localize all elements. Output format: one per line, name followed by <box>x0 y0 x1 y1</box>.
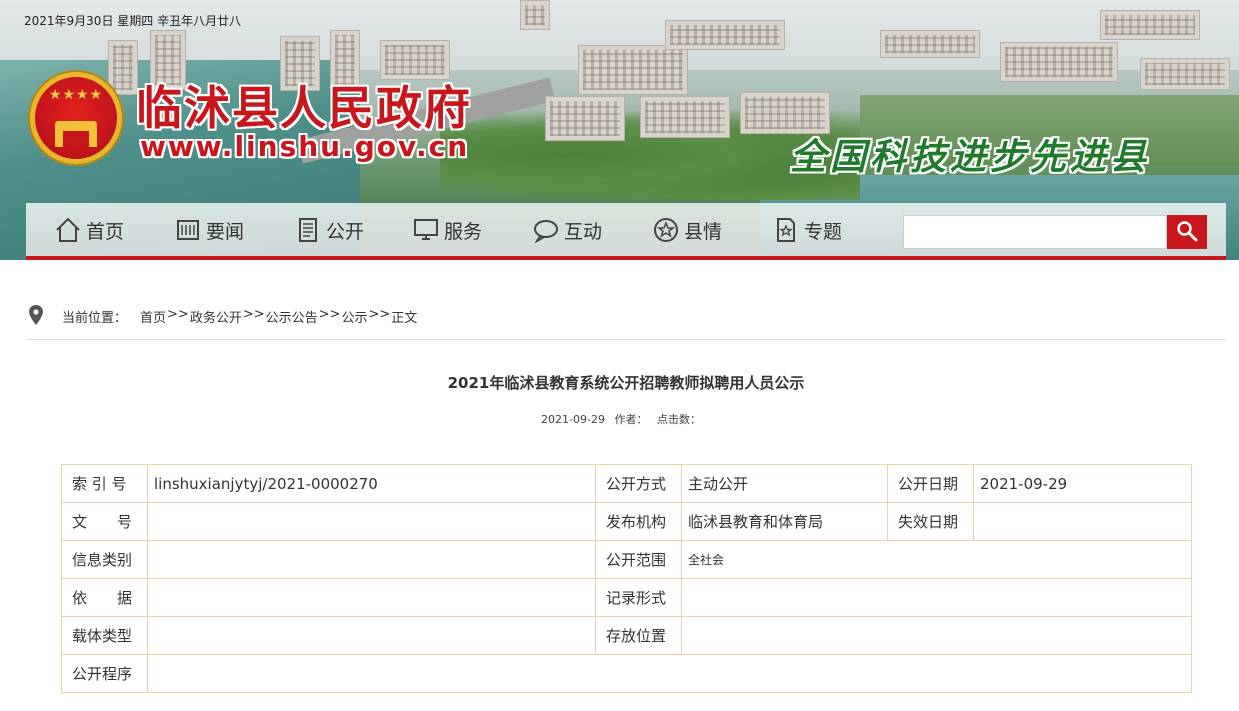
nav-label: 首页 <box>86 220 125 243</box>
article-meta: 2021-09-29 作者： 点击数： <box>0 411 1239 427</box>
nav-label: 专题 <box>804 220 843 243</box>
table-key: 载体类型 <box>61 616 148 655</box>
table-value <box>681 616 1192 655</box>
slogan: 全国科技进步先进县 <box>790 136 1151 178</box>
article-clicks-label: 点击数： <box>656 413 701 426</box>
breadcrumb-link-notice[interactable]: 公示 <box>341 307 367 326</box>
table-row: 依 据 记录形式 <box>61 578 1192 617</box>
article-author-label: 作者： <box>614 413 648 426</box>
breadcrumb-separator: >> <box>318 307 341 322</box>
nav-label: 公开 <box>326 220 365 243</box>
table-key: 公开程序 <box>61 654 148 693</box>
table-row: 载体类型 存放位置 <box>61 616 1192 655</box>
info-table: 索 引 号 linshuxianjytyj/2021-0000270 公开方式 … <box>61 464 1192 693</box>
nav-item-home[interactable]: 首页 <box>54 213 124 247</box>
breadcrumb-label: 当前位置： <box>62 311 128 326</box>
banner-building <box>640 96 730 138</box>
table-value: 2021-09-29 <box>973 464 1192 503</box>
table-key: 公开日期 <box>887 464 974 503</box>
breadcrumb-link-home[interactable]: 首页 <box>140 307 166 326</box>
breadcrumb-link-gov-affairs[interactable]: 政务公开 <box>190 307 242 326</box>
table-value <box>147 616 596 655</box>
table-value: 主动公开 <box>681 464 888 503</box>
banner-building <box>665 20 785 50</box>
newspaper-icon <box>174 216 202 244</box>
site-url: www.linshu.gov.cn <box>140 130 470 163</box>
table-key: 依 据 <box>61 578 148 617</box>
nav-item-topics[interactable]: 专题 <box>772 213 842 247</box>
breadcrumb-link-body[interactable]: 正文 <box>391 307 417 326</box>
banner-building <box>1000 42 1118 82</box>
table-key: 公开范围 <box>595 540 682 579</box>
table-key: 记录形式 <box>595 578 682 617</box>
search-button[interactable] <box>1167 215 1207 249</box>
table-value <box>973 502 1192 541</box>
breadcrumb-trail: 首页 >> 政务公开 >> 公示公告 >> 公示 >> 正文 <box>140 307 417 326</box>
table-key: 公开方式 <box>595 464 682 503</box>
star-icon <box>652 216 680 244</box>
banner-building <box>1140 58 1230 90</box>
chat-icon <box>532 216 560 244</box>
breadcrumb-separator: >> <box>368 307 391 322</box>
table-row: 公开程序 <box>61 654 1192 693</box>
table-key: 发布机构 <box>595 502 682 541</box>
breadcrumb-separator: >> <box>167 307 189 322</box>
banner-building <box>520 0 550 30</box>
banner-building <box>545 96 625 141</box>
search-input[interactable] <box>903 215 1167 249</box>
nav-item-interact[interactable]: 互动 <box>532 213 602 247</box>
banner-building <box>578 45 688 95</box>
table-value <box>681 578 1192 617</box>
national-emblem-icon: ★★★★ <box>30 72 122 164</box>
nav-label: 县情 <box>684 220 723 243</box>
banner-building <box>880 30 980 58</box>
table-key: 索 引 号 <box>61 464 148 503</box>
nav-label: 服务 <box>444 220 483 243</box>
breadcrumb: 当前位置： 首页 >> 政务公开 >> 公示公告 >> 公示 >> 正文 <box>26 302 1226 340</box>
nav-item-news[interactable]: 要闻 <box>174 213 244 247</box>
banner-building <box>1100 10 1200 40</box>
article-date: 2021-09-29 <box>541 413 605 426</box>
main-nav: 首页 要闻 公开 服务 互动 县情 专题 <box>26 203 1226 260</box>
document-icon <box>294 216 322 244</box>
search-icon <box>1175 219 1199 246</box>
table-key: 文 号 <box>61 502 148 541</box>
table-key: 存放位置 <box>595 616 682 655</box>
table-value <box>147 578 596 617</box>
table-value: 临沭县教育和体育局 <box>681 502 888 541</box>
table-value: 全社会 <box>681 540 1192 579</box>
nav-label: 互动 <box>564 220 603 243</box>
nav-label: 要闻 <box>206 220 245 243</box>
home-icon <box>54 216 82 244</box>
nav-item-service[interactable]: 服务 <box>412 213 482 247</box>
table-row: 文 号 发布机构 临沭县教育和体育局 失效日期 <box>61 502 1192 541</box>
table-key: 失效日期 <box>887 502 974 541</box>
table-row: 信息类别 公开范围 全社会 <box>61 540 1192 579</box>
table-value <box>147 654 1192 693</box>
location-pin-icon <box>28 304 44 326</box>
computer-icon <box>412 216 440 244</box>
table-value: linshuxianjytyj/2021-0000270 <box>147 464 596 503</box>
nav-item-open[interactable]: 公开 <box>294 213 364 247</box>
article-title: 2021年临沭县教育系统公开招聘教师拟聘用人员公示 <box>447 374 805 392</box>
bookmark-star-icon <box>772 216 800 244</box>
breadcrumb-link-announcements[interactable]: 公示公告 <box>266 307 318 326</box>
table-value <box>147 502 596 541</box>
nav-item-county[interactable]: 县情 <box>652 213 722 247</box>
site-title: 临沭县人民政府 <box>136 81 472 135</box>
table-value <box>147 540 596 579</box>
table-row: 索 引 号 linshuxianjytyj/2021-0000270 公开方式 … <box>61 464 1192 503</box>
table-key: 信息类别 <box>61 540 148 579</box>
date-line: 2021年9月30日 星期四 辛丑年八月廿八 <box>24 14 242 28</box>
breadcrumb-separator: >> <box>242 307 265 322</box>
